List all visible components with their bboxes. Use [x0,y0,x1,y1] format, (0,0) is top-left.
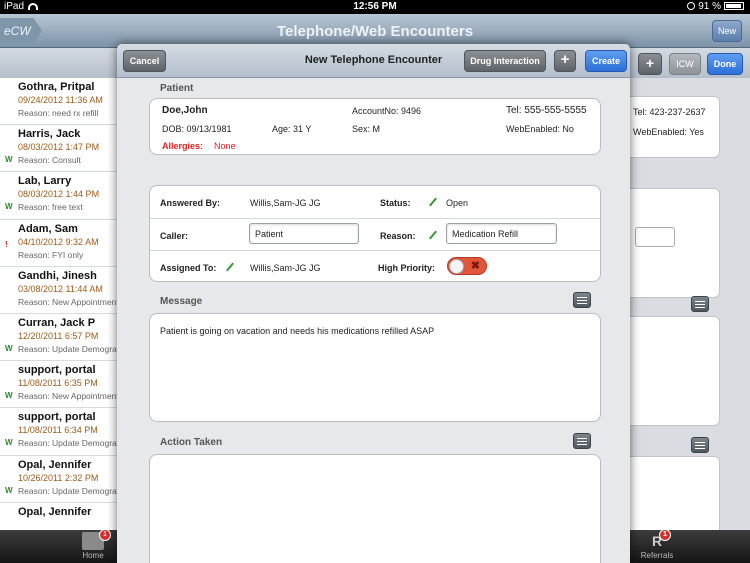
high-priority-label: High Priority: [378,263,436,273]
list-item[interactable]: Harris, Jack 08/03/2012 1:47 PM Reason: Co… [0,125,117,173]
list-item[interactable]: Curran, Jack P 12/20/2011 6:57 PM Reason: … [0,314,117,362]
app-title: Telephone/Web Encounters [276,23,474,40]
list-item[interactable]: Gandhi, Jinesh 03/08/2012 11:44 AM Reason:… [0,267,117,314]
add-icon[interactable]: + [638,53,662,75]
alert-marker: ! [5,239,8,249]
patient-dob: DOB: 09/13/1981 [162,124,232,134]
patient-web-enabled: WebEnabled: No [506,124,574,134]
off-x-icon: ✖ [470,260,480,272]
patient-section-label: Patient [160,83,194,94]
dialog-header: New Telephone Encounter Cancel Drug Inte… [117,44,630,78]
answered-by-label: Answered By: [160,198,221,208]
home-badge: 1 [99,529,111,541]
web-marker: W [5,202,13,212]
clock: 12:56 PM [353,1,397,12]
encounter-list: Gothra, Pritpal 09/24/2012 11:36 AM Reason… [0,78,117,530]
referrals-icon: R1 [650,529,671,550]
message-note-icon[interactable] [573,292,591,308]
assigned-to-label: Assigned To: [160,263,217,273]
allergies-value: None [214,141,236,151]
app-header: eCW Telephone/Web Encounters New [0,14,750,48]
patient-account: AccountNo: 9496 [352,106,422,116]
list-item[interactable]: Opal, Jennifer 10/26/2011 2:32 PM Reason: … [0,456,117,503]
patient-age: Age: 31 Y [272,124,312,134]
web-marker: W [5,343,13,353]
encounter-form-card: Answered By: Willis,Sam-JG JG Status: Op… [149,185,601,282]
battery-percent: 91 % [698,1,721,12]
list-item[interactable]: Adam, Sam 04/10/2012 9:32 AM Reason: FYI o… [0,220,117,267]
list-item[interactable]: Lab, Larry 08/03/2012 1:44 PM Reason: free… [0,172,117,220]
high-priority-toggle[interactable]: ✖ [447,257,487,275]
background-web-enabled: WebEnabled: Yes [633,127,704,137]
drug-interaction-button[interactable]: Drug Interaction [464,50,546,72]
background-reason-input [635,227,675,247]
create-button[interactable]: Create [585,50,627,72]
list-item[interactable]: support, portal 11/08/2011 6:34 PM Reason:… [0,408,117,456]
detail-pane: Tel: 423-237-2637 WebEnabled: Yes [610,78,750,536]
action-taken-textarea[interactable] [149,454,601,563]
caller-input[interactable]: Patient [249,223,359,244]
new-encounter-button[interactable]: New [712,20,742,42]
reason-label: Reason: [380,231,416,241]
answered-by-value: Willis,Sam-JG JG [250,198,321,208]
web-marker: W [5,485,13,495]
new-telephone-encounter-dialog: New Telephone Encounter Cancel Drug Inte… [117,44,630,563]
patient-sex: Sex: M [352,124,381,134]
message-textarea[interactable]: Patient is going on vacation and needs h… [149,313,601,422]
web-marker: W [5,155,13,165]
action-note-icon[interactable] [573,433,591,449]
background-tel: Tel: 423-237-2637 [633,107,706,117]
web-marker: W [5,391,13,401]
edit-assigned-pencil-icon[interactable] [226,262,234,272]
edit-reason-pencil-icon[interactable] [429,230,437,240]
edit-status-pencil-icon[interactable] [429,197,437,207]
tab-referrals[interactable]: R1 Referrals [640,529,674,560]
patient-name: Doe,John [162,105,208,116]
toggle-knob [449,259,464,274]
ios-status-bar: iPad 12:56 PM 91 % [0,0,750,14]
background-note-icon-2 [691,437,709,453]
list-item[interactable]: support, portal 11/08/2011 6:35 PM Reason:… [0,361,117,409]
rotation-lock-icon [687,2,696,11]
patient-tel: Tel: 555-555-5555 [506,105,587,116]
action-taken-section-label: Action Taken [160,437,223,448]
add-button[interactable]: + [554,50,576,72]
reason-input[interactable]: Medication Refill [446,223,557,244]
message-text: Patient is going on vacation and needs h… [160,326,435,336]
status-value[interactable]: Open [446,198,468,208]
caller-label: Caller: [160,231,189,241]
allergies-label: Allergies: [162,141,204,151]
patient-card[interactable]: Doe,John AccountNo: 9496 Tel: 555-555-55… [149,98,601,155]
list-item[interactable]: Opal, Jennifer [0,503,117,530]
tab-home[interactable]: 1 Home [80,529,111,560]
list-item[interactable]: Gothra, Pritpal 09/24/2012 11:36 AM Reason… [0,78,117,126]
message-section-label: Message [160,296,203,307]
assigned-to-value[interactable]: Willis,Sam-JG JG [250,263,321,273]
cancel-button[interactable]: Cancel [123,50,166,72]
web-marker: W [5,438,13,448]
home-icon: 1 [82,529,111,550]
done-button[interactable]: Done [707,53,743,75]
icw-button[interactable]: ICW [669,53,701,75]
status-label: Status: [380,198,411,208]
battery-icon [724,2,744,11]
referrals-badge: 1 [659,529,671,541]
background-note-icon [691,296,709,312]
